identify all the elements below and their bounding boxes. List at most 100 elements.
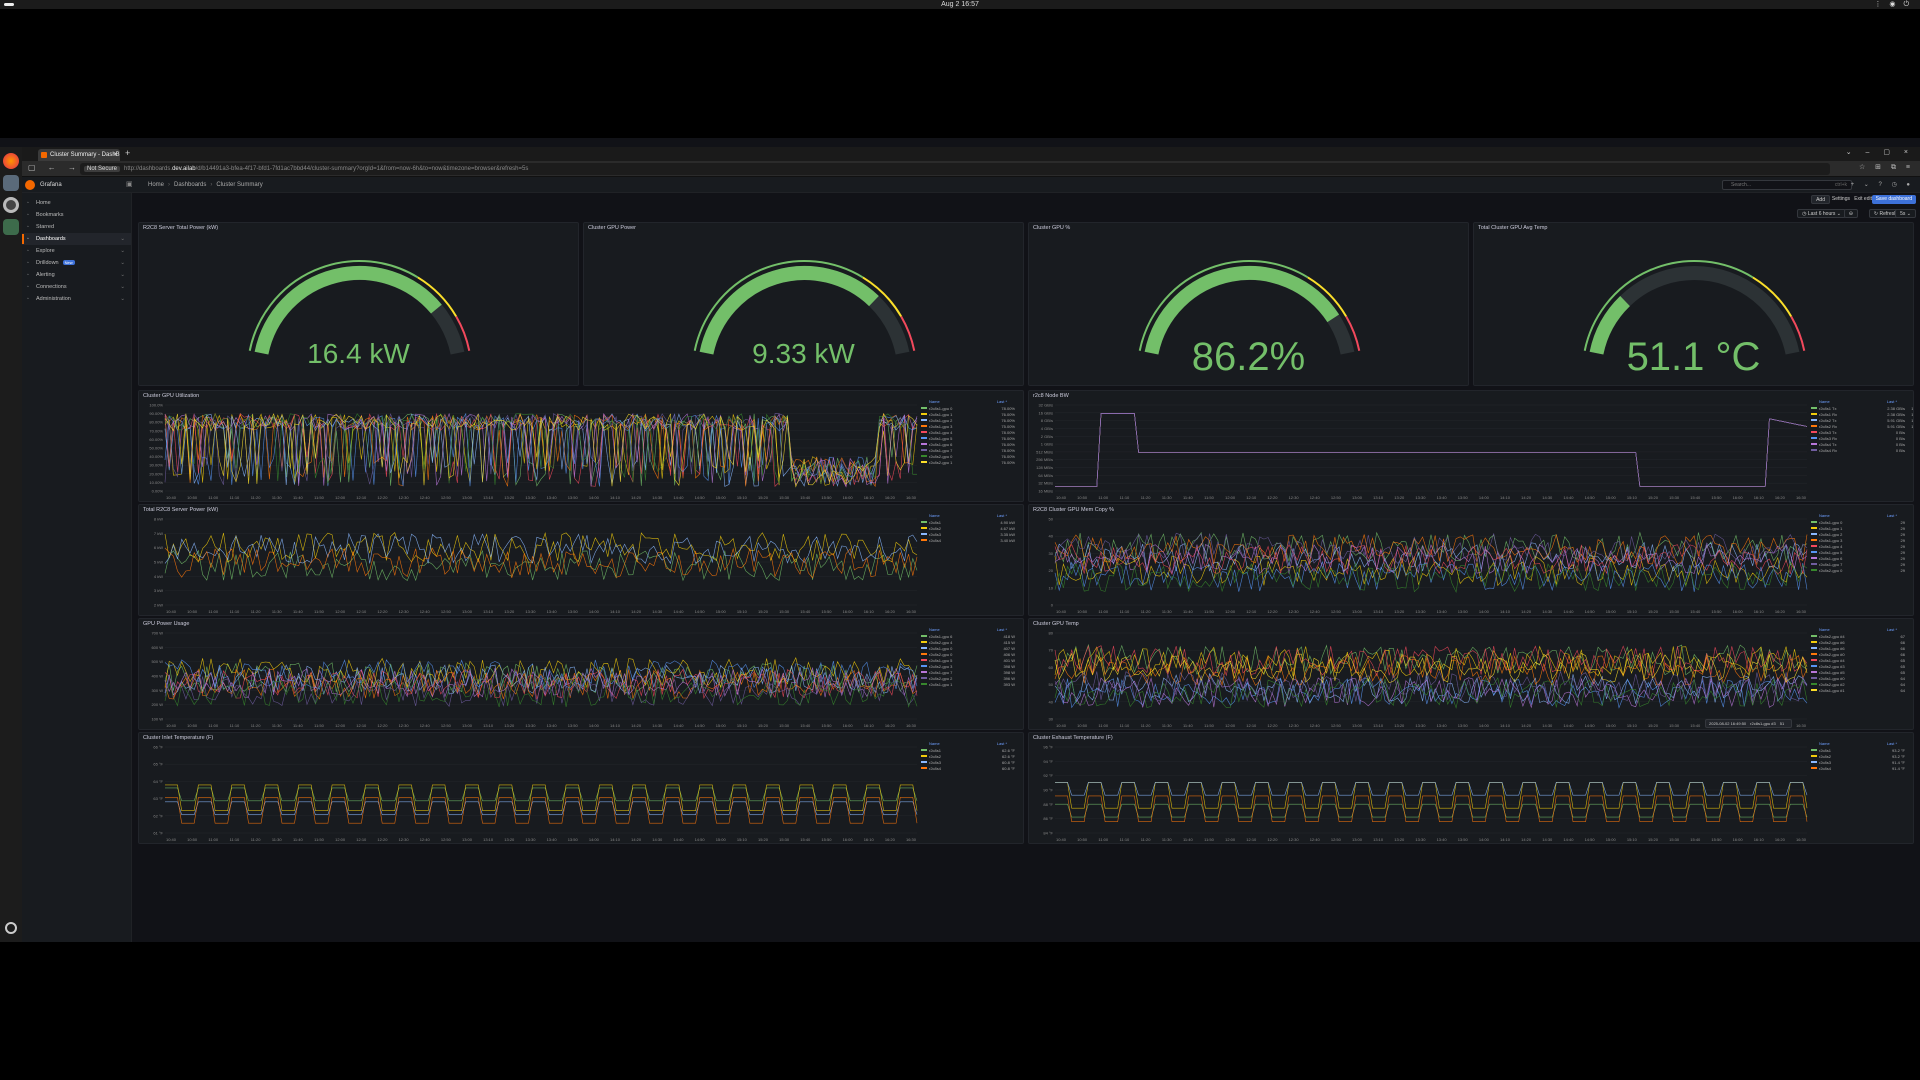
os-clock[interactable]: Aug 2 16:57 bbox=[0, 0, 1920, 9]
legend-row[interactable]: r2c8s1-gpu 0 78.00%100.00% bbox=[921, 405, 1023, 411]
legend-row[interactable]: r2c8s2-gpu #2 6475 bbox=[1811, 681, 1913, 687]
legend-row[interactable]: r2c8s1-gpu 6 2935 bbox=[1811, 555, 1913, 561]
legend-row[interactable]: r2c8s3 Tx 0 B/s0 B/s bbox=[1811, 429, 1913, 435]
legend-row[interactable]: r2c8s2-gpu 4 415 W609 W bbox=[921, 639, 1023, 645]
sidebar-item-administration[interactable]: ◦ Administration ⌄ bbox=[22, 293, 131, 305]
timeseries-panel-exhaust-temp[interactable]: Cluster Exhaust Temperature (F) 96 °F 94 °… bbox=[1028, 732, 1914, 844]
sidebar-item-connections[interactable]: ◦ Connections ⌄ bbox=[22, 281, 131, 293]
breadcrumb-home[interactable]: Home bbox=[148, 182, 164, 188]
timeseries-panel-mem-copy[interactable]: R2C8 Cluster GPU Mem Copy % 50 40 30 20 10 0 10… bbox=[1028, 504, 1914, 616]
legend-row[interactable]: r2c8s2-gpu 1 76.00%100.00% bbox=[921, 459, 1023, 465]
legend-row[interactable]: r2c8s2 62.6 °F66.2 °F bbox=[921, 753, 1023, 759]
legend-column-header[interactable]: Last * bbox=[1871, 741, 1897, 747]
legend-row[interactable]: r2c8s1-gpu 7 2935 bbox=[1811, 561, 1913, 567]
close-tab-icon[interactable]: × bbox=[113, 149, 117, 161]
system-tray[interactable]: ⋮ ◉ ⏻ bbox=[1874, 0, 1912, 9]
sidebar-item-explore[interactable]: ◦ Explore ⌄ bbox=[22, 245, 131, 257]
legend-row[interactable]: r2c8s1 4.90 kW5.17 kW bbox=[921, 519, 1023, 525]
chevron-down-icon[interactable]: ⌄ bbox=[120, 233, 125, 245]
timeseries-plot[interactable]: 80 70 60 50 40 3010:40 10:50 11:00 11:10 11:20 11:… bbox=[1029, 619, 1914, 730]
legend-column-header[interactable]: Name bbox=[1811, 741, 1871, 747]
legend-column-header[interactable]: Max bbox=[1897, 513, 1913, 519]
files-icon[interactable] bbox=[3, 175, 19, 191]
not-secure-badge[interactable]: Not Secure bbox=[84, 166, 121, 172]
timeseries-panel-inlet-temp[interactable]: Cluster Inlet Temperature (F) 66 °F 65 °F 6… bbox=[138, 732, 1024, 844]
legend-row[interactable]: r2c8s1-gpu 1 2935 bbox=[1811, 525, 1913, 531]
legend-row[interactable]: r2c8s2 4.67 kW5.09 kW bbox=[921, 525, 1023, 531]
legend-row[interactable]: r2c8s1-gpu 7 398 W576 W bbox=[921, 669, 1023, 675]
chevron-down-icon[interactable]: ⌄ bbox=[120, 269, 125, 281]
legend-row[interactable]: r2c8s2 93.2 °F95.2 °F bbox=[1811, 753, 1913, 759]
legend-column-header[interactable]: Max bbox=[1007, 741, 1023, 747]
browser-tab[interactable]: Cluster Summary - DashB × bbox=[38, 149, 120, 161]
legend-column-header[interactable]: Max bbox=[1007, 399, 1023, 405]
timeseries-panel-gpu-temp[interactable]: Cluster GPU Temp 80 70 60 50 40 30 10:40 10:50 11… bbox=[1028, 618, 1914, 730]
new-tab-icon[interactable]: + bbox=[125, 148, 130, 158]
legend-row[interactable]: r2c8s2-gpu #0 6676 bbox=[1811, 651, 1913, 657]
timeseries-plot[interactable]: 100.0% 90.00% 80.00% 70.00% 60.00% 50.00% 40.0… bbox=[139, 391, 1024, 502]
legend-column-header[interactable]: Name bbox=[1811, 513, 1871, 519]
breadcrumb-dashboards[interactable]: Dashboards bbox=[174, 182, 206, 188]
legend-row[interactable]: r2c8s1-gpu 2 2935 bbox=[1811, 531, 1913, 537]
legend-row[interactable]: r2c8s2 Tx 5.91 GB/s 19.4 GB/s bbox=[1811, 417, 1913, 423]
legend-column-header[interactable]: Name bbox=[921, 741, 981, 747]
chevron-down-icon[interactable]: ⌄ bbox=[120, 257, 125, 269]
legend-row[interactable]: r2c8s1-gpu 0 407 W581 W bbox=[921, 645, 1023, 651]
legend-row[interactable]: r2c8s1 Tx 2.38 GB/s 18.4 GB/s bbox=[1811, 405, 1913, 411]
legend-column-header[interactable]: Name bbox=[1811, 627, 1871, 633]
refresh-interval-picker[interactable]: 5s ⌄ bbox=[1895, 209, 1916, 218]
legend-row[interactable]: r2c8s1-gpu #5 6572 bbox=[1811, 669, 1913, 675]
legend-row[interactable]: r2c8s4 Rx 0 B/s0 B/s bbox=[1811, 447, 1913, 453]
chevron-down-icon[interactable]: ⌄ bbox=[120, 281, 125, 293]
gauge-panel-2[interactable]: Cluster GPU Power 9.33 kW bbox=[583, 222, 1024, 386]
legend-row[interactable]: r2c8s1-gpu 6 418 W544 W bbox=[921, 633, 1023, 639]
legend-row[interactable]: r2c8s1-gpu 5 76.00%100.00% bbox=[921, 435, 1023, 441]
timeseries-panel-node-bw[interactable]: r2c8 Node BW 32 GB/s 16 GB/s 8 GB/s 4 GB/s 2 … bbox=[1028, 390, 1914, 502]
legend-row[interactable]: r2c8s4 Tx 0 B/s0 B/s bbox=[1811, 441, 1913, 447]
legend-column-header[interactable]: Name bbox=[1811, 399, 1871, 405]
legend-row[interactable]: r2c8s3 60.8 °F64.4 °F bbox=[921, 759, 1023, 765]
legend-column-header[interactable]: Last * bbox=[981, 513, 1007, 519]
firefox-icon[interactable] bbox=[3, 153, 19, 169]
legend-row[interactable]: r2c8s1-gpu 2 76.00%100.00% bbox=[921, 417, 1023, 423]
legend-row[interactable]: r2c8s2 Rx 5.91 GB/s 19.4 GB/s bbox=[1811, 423, 1913, 429]
legend-row[interactable]: r2c8s3 91.4 °F95 °F bbox=[1811, 759, 1913, 765]
legend-row[interactable]: r2c8s2-gpu 0 406 W590 W bbox=[921, 651, 1023, 657]
legend-row[interactable]: r2c8s1-gpu 3 75.00%100.00% bbox=[921, 423, 1023, 429]
legend-column-header[interactable]: Last * bbox=[1871, 399, 1897, 405]
grafana-logo-icon[interactable] bbox=[25, 180, 35, 190]
show-apps-icon[interactable] bbox=[5, 922, 17, 934]
sidebar-item-dashboards[interactable]: ◦ Dashboards ⌄ bbox=[22, 233, 131, 245]
sidebar-item-drilldown[interactable]: ◦ Drilldown New ⌄ bbox=[22, 257, 131, 269]
search-input[interactable]: Search... ctrl+k bbox=[1722, 180, 1852, 190]
legend-row[interactable]: r2c8s2-gpu #3 6576 bbox=[1811, 663, 1913, 669]
chevron-down-icon[interactable]: ⌄ bbox=[120, 293, 125, 305]
settings-icon[interactable] bbox=[3, 197, 19, 213]
timeseries-panel-server-power[interactable]: Total R2C8 Server Power (kW) 8 kW 7 kW 6 kW… bbox=[138, 504, 1024, 616]
sidebar-item-home[interactable]: ◦ Home bbox=[22, 197, 131, 209]
trash-icon[interactable] bbox=[3, 219, 19, 235]
legend-column-header[interactable]: Max bbox=[1897, 741, 1913, 747]
legend-row[interactable]: r2c8s1-gpu 4 78.00%100.00% bbox=[921, 429, 1023, 435]
legend-column-header[interactable]: Max bbox=[1007, 513, 1023, 519]
browser-toolbar-icons[interactable]: ☆ ⊞ ⧉ ≡ bbox=[1859, 163, 1914, 172]
legend-column-header[interactable]: Last * bbox=[981, 741, 1007, 747]
legend-row[interactable]: r2c8s3 Rx 0 B/s0 B/s bbox=[1811, 435, 1913, 441]
legend-column-header[interactable]: Last * bbox=[981, 399, 1007, 405]
url-bar[interactable]: Not Secure http://dashboards.dev.ailab/d/… bbox=[80, 163, 1830, 175]
legend-column-header[interactable]: Name bbox=[921, 513, 981, 519]
legend-row[interactable]: r2c8s1 93.2 °F95.2 °F bbox=[1811, 747, 1913, 753]
legend-row[interactable]: r2c8s1-gpu 6 76.00%100.00% bbox=[921, 441, 1023, 447]
timeseries-plot[interactable]: 32 GB/s 16 GB/s 8 GB/s 4 GB/s 2 GB/s 1 GB/s 51… bbox=[1029, 391, 1914, 502]
timeseries-plot[interactable]: 66 °F 65 °F 64 °F 63 °F 62 °F 61 °F10:40 10:50… bbox=[139, 733, 1024, 844]
save-dashboard-button[interactable]: Save dashboard bbox=[1871, 195, 1916, 204]
timeseries-plot[interactable]: 8 kW 7 kW 6 kW 5 kW 4 kW 3 kW 2 kW10:40 10:50 11… bbox=[139, 505, 1024, 616]
legend-column-header[interactable]: Max bbox=[1897, 399, 1913, 405]
legend-column-header[interactable]: Name bbox=[921, 627, 981, 633]
window-controls[interactable]: ⌄ – ▢ × bbox=[1846, 148, 1914, 156]
legend-row[interactable]: r2c8s2-gpu #4 6777 bbox=[1811, 633, 1913, 639]
legend-row[interactable]: r2c8s1-gpu 1 76.00%100.00% bbox=[921, 411, 1023, 417]
legend-row[interactable]: r2c8s1-gpu 7 78.00%100.00% bbox=[921, 447, 1023, 453]
sidebar-item-alerting[interactable]: ◦ Alerting ⌄ bbox=[22, 269, 131, 281]
legend-row[interactable]: r2c8s4 60.8 °F64.4 °F bbox=[921, 765, 1023, 771]
